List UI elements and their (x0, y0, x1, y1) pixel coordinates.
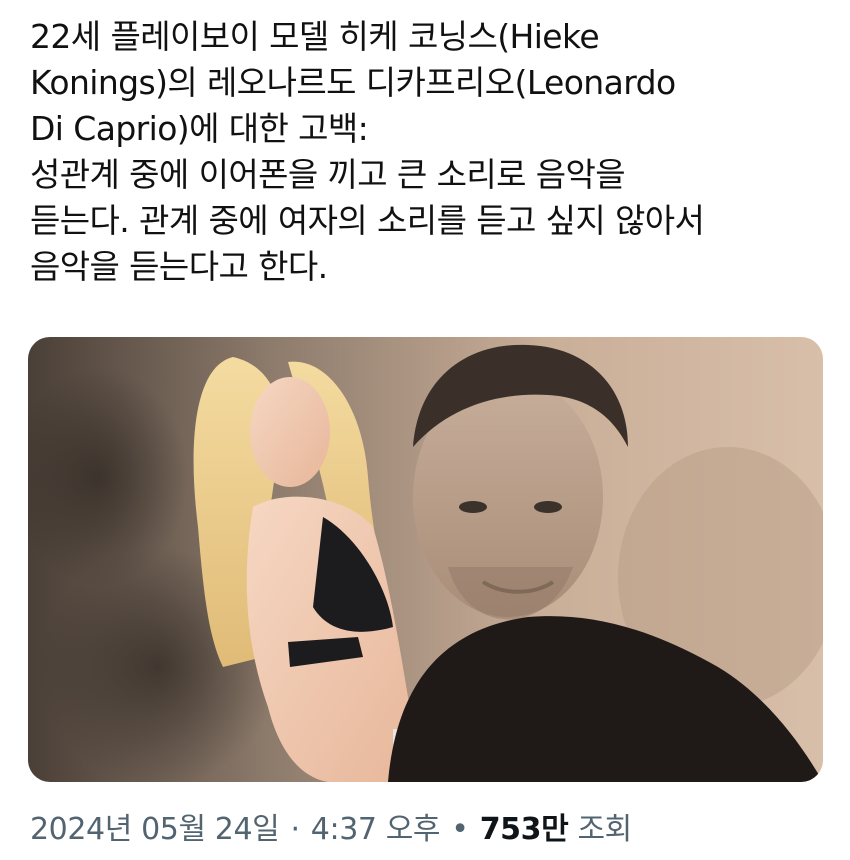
tweet-date[interactable]: 2024년 05월 24일 (30, 812, 280, 847)
photo-collage-image (28, 337, 823, 782)
tweet-time[interactable]: 4:37 오후 (311, 812, 441, 847)
view-count: 753만 (479, 812, 569, 847)
tweet-meta: 2024년 05월 24일 · 4:37 오후 • 753만 조회 (30, 808, 632, 852)
meta-separator-dot: · (290, 812, 301, 847)
tweet-text: 22세 플레이보이 모델 히케 코닝스(Hieke Konings)의 레오나르… (30, 17, 705, 286)
tweet-media-photo[interactable] (28, 337, 823, 782)
meta-separator-bullet: • (451, 812, 469, 847)
view-label: 조회 (577, 812, 632, 847)
